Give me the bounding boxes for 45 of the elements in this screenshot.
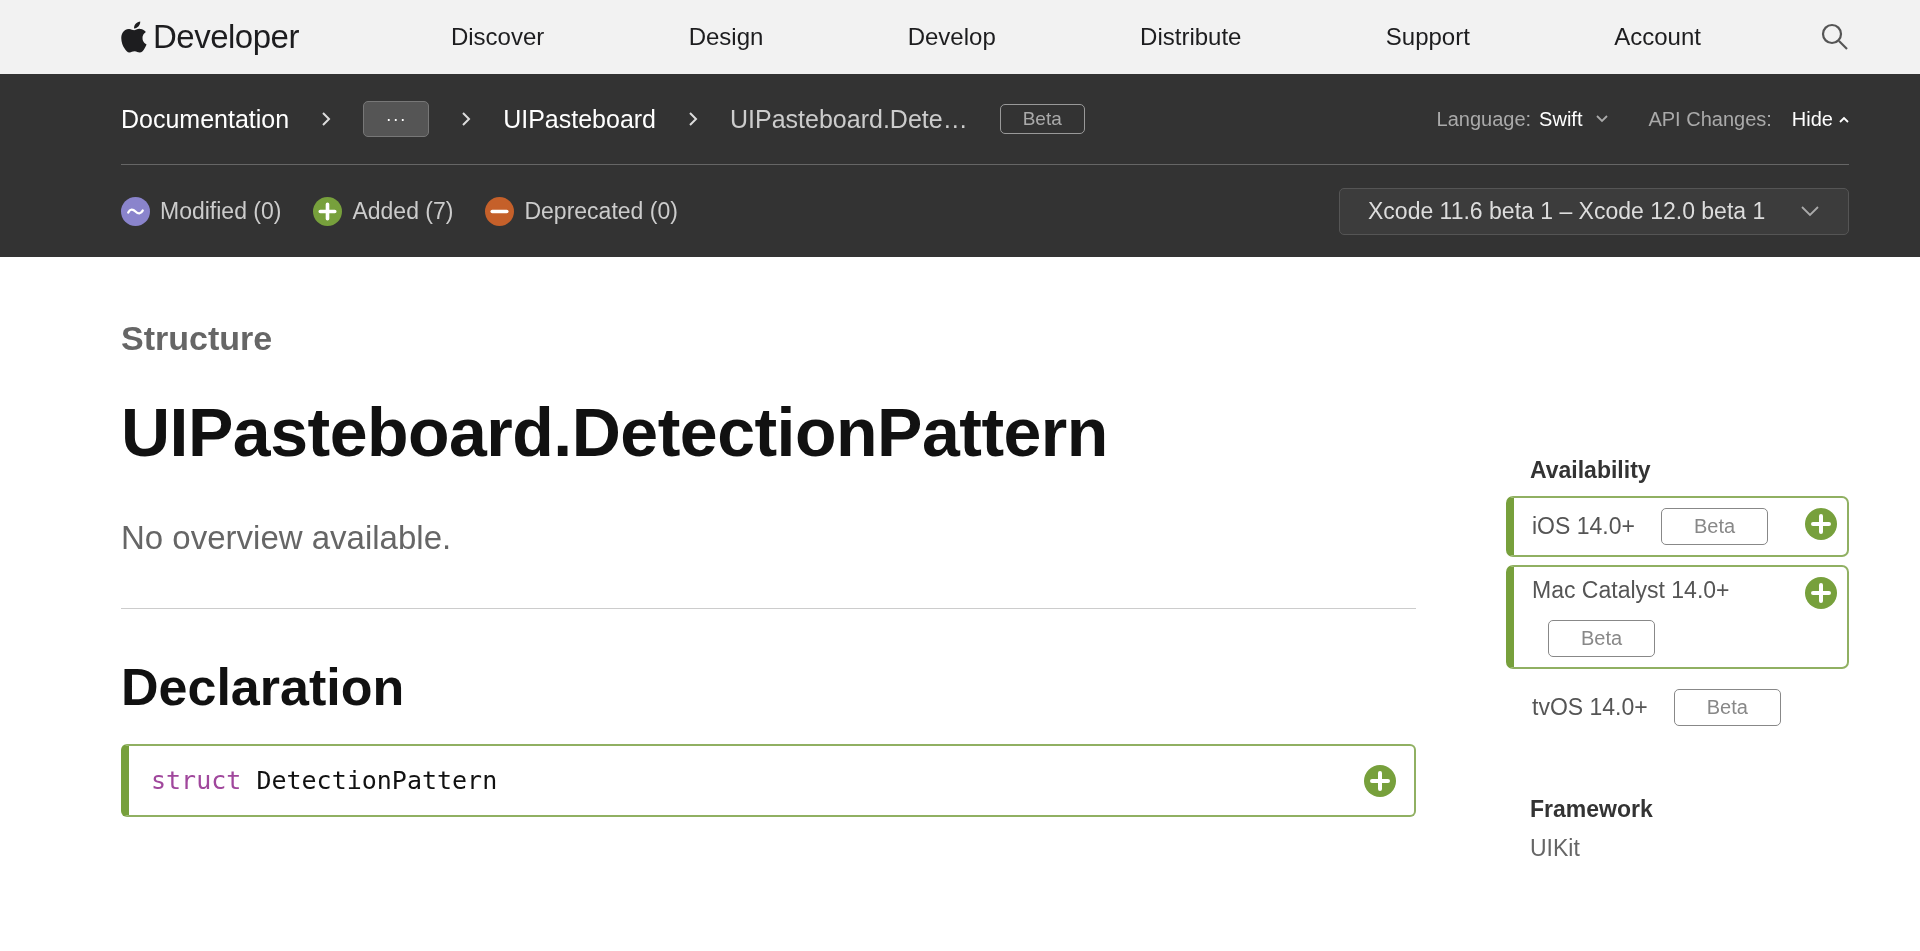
beta-badge: Beta xyxy=(1660,508,1769,545)
legend-label: Modified (0) xyxy=(160,197,282,225)
platform-item: Mac Catalyst 14.0+ Beta xyxy=(1506,565,1849,669)
search-icon[interactable] xyxy=(1821,23,1849,51)
platform-item: iOS 14.0+ Beta xyxy=(1506,496,1849,557)
language-selector[interactable]: Swift xyxy=(1539,107,1609,131)
legend-label: Added (7) xyxy=(352,197,454,225)
beta-badge: Beta xyxy=(1673,689,1781,726)
declaration-code: struct DetectionPattern xyxy=(121,744,1416,818)
breadcrumb-current: UIPasteboard.Dete… xyxy=(730,104,968,134)
sidebar-heading: Availability xyxy=(1530,457,1652,484)
sidebar-heading: Framework xyxy=(1530,796,1654,823)
chevron-up-icon xyxy=(1839,115,1849,123)
more-breadcrumbs-button[interactable]: ··· xyxy=(363,101,430,137)
platform-item: tvOS 14.0+ Beta xyxy=(1506,677,1849,738)
chevron-right-icon xyxy=(321,111,332,127)
framework-link[interactable]: UIKit xyxy=(1530,835,1849,862)
nav-link[interactable]: Distribute xyxy=(1140,23,1242,51)
plus-icon xyxy=(1805,508,1837,540)
plus-icon xyxy=(1805,577,1837,609)
developer-logo[interactable]: Developer xyxy=(121,18,299,56)
overview-text: No overview available. xyxy=(121,519,1416,610)
plus-icon xyxy=(1364,764,1396,797)
chevron-right-icon xyxy=(461,111,472,127)
apple-logo-icon xyxy=(121,21,147,53)
breadcrumb-link[interactable]: UIPasteboard xyxy=(503,104,657,134)
version-select[interactable]: Xcode 11.6 beta 1 – Xcode 12.0 beta 1 xyxy=(1339,187,1849,235)
language-label: Language: xyxy=(1436,107,1532,131)
chevron-right-icon xyxy=(688,111,699,127)
chevron-down-icon xyxy=(1596,115,1609,123)
nav-link[interactable]: Develop xyxy=(907,23,996,51)
breadcrumb-link[interactable]: Documentation xyxy=(121,104,290,134)
page-title: UIPasteboard.DetectionPattern xyxy=(121,395,1109,470)
beta-badge: Beta xyxy=(1548,620,1656,657)
api-changes-label: API Changes: xyxy=(1648,107,1772,131)
beta-badge: Beta xyxy=(999,104,1085,134)
section-heading: Declaration xyxy=(121,659,406,717)
nav-link[interactable]: Support xyxy=(1385,23,1470,51)
nav-link[interactable]: Discover xyxy=(450,23,545,51)
api-changes-toggle[interactable]: Hide xyxy=(1791,107,1849,131)
nav-link[interactable]: Design xyxy=(688,23,764,51)
eyebrow-label: Structure xyxy=(121,321,274,355)
legend-label: Deprecated (0) xyxy=(524,197,678,225)
chevron-down-icon xyxy=(1800,205,1820,217)
nav-link[interactable]: Account xyxy=(1614,23,1701,51)
